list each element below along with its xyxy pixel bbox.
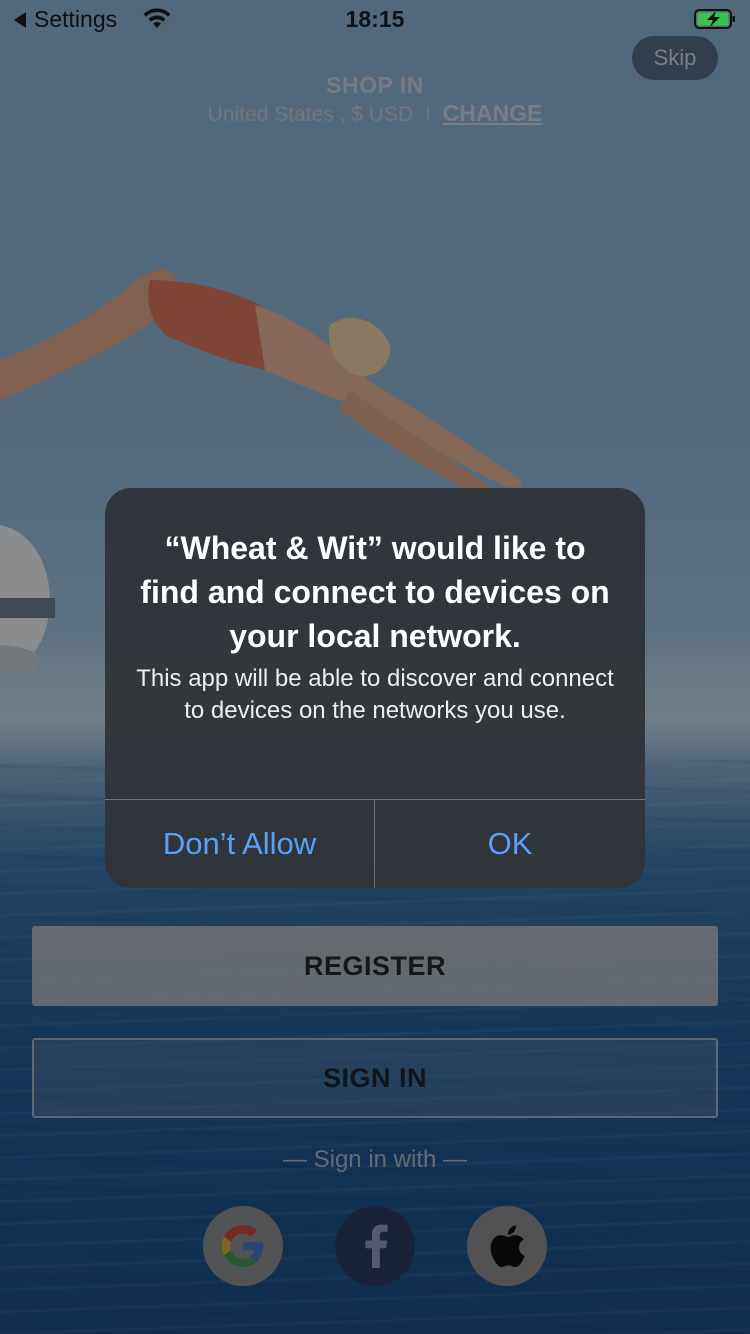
dont-allow-button[interactable]: Don’t Allow xyxy=(105,800,374,888)
status-bar: Settings 18:15 xyxy=(0,0,750,40)
alert-message: This app will be able to discover and co… xyxy=(136,665,614,724)
battery-charging-icon xyxy=(694,9,735,29)
app-screen: Skip SHOP IN United States , $ USD I CHA… xyxy=(0,0,750,1334)
local-network-permission-alert: “Wheat & Wit” would like to find and con… xyxy=(105,488,645,888)
status-time: 18:15 xyxy=(345,6,405,32)
alert-title: “Wheat & Wit” would like to find and con… xyxy=(140,530,610,654)
ok-button[interactable]: OK xyxy=(375,800,645,888)
